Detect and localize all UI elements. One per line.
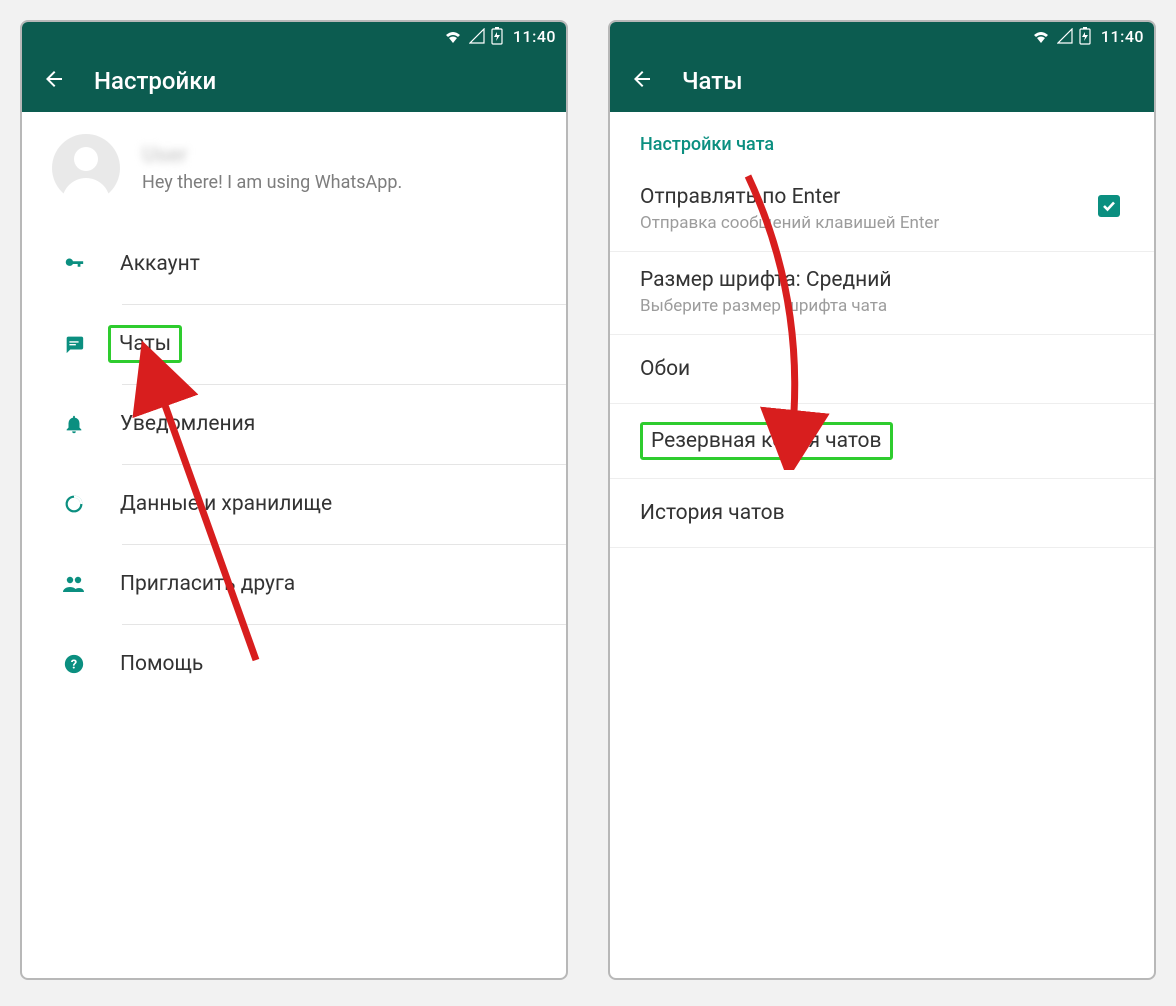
chat-item-enter[interactable]: Отправлять по Enter Отправка сообщений к…: [610, 169, 1154, 252]
settings-item-label: Уведомления: [120, 412, 255, 436]
key-icon: [58, 253, 90, 275]
status-bar: 11:40: [22, 22, 566, 50]
settings-item-label: Данные и хранилище: [120, 492, 332, 516]
settings-item-chats[interactable]: Чаты: [22, 304, 566, 384]
settings-item-help[interactable]: ? Помощь: [22, 624, 566, 704]
chat-item-backup[interactable]: Резервная копия чатов: [610, 404, 1154, 479]
app-bar: Чаты: [610, 50, 1154, 112]
help-icon: ?: [58, 653, 90, 675]
svg-text:?: ?: [71, 658, 77, 673]
checkbox-enter[interactable]: [1098, 195, 1120, 217]
battery-icon: [491, 27, 503, 45]
chat-item-title: Резервная копия чатов: [651, 429, 882, 453]
profile-row[interactable]: User Hey there! I am using WhatsApp.: [22, 112, 566, 224]
chat-item-title: История чатов: [640, 501, 785, 525]
settings-item-label: Помощь: [120, 652, 203, 676]
chat-item-title: Размер шрифта: Средний: [640, 268, 1124, 292]
chat-item-wallpaper[interactable]: Обои: [610, 335, 1154, 404]
people-icon: [58, 574, 90, 594]
signal-icon: [469, 28, 485, 44]
settings-list: Аккаунт Чаты Уведомления Данные и хранил…: [22, 224, 566, 704]
section-header: Настройки чата: [610, 112, 1154, 169]
chat-item-sub: Выберите размер шрифта чата: [640, 296, 1124, 316]
settings-item-label: Чаты: [119, 332, 171, 356]
phone-chats: 11:40 Чаты Настройки чата Отправлять по …: [608, 20, 1156, 980]
wifi-icon: [443, 28, 463, 44]
signal-icon: [1057, 28, 1073, 44]
app-bar-title: Чаты: [682, 67, 743, 95]
app-bar-title: Настройки: [94, 67, 216, 95]
app-bar: Настройки: [22, 50, 566, 112]
settings-item-invite[interactable]: Пригласить друга: [22, 544, 566, 624]
highlight-chats: Чаты: [108, 325, 182, 363]
profile-name: User: [142, 143, 402, 168]
chat-item-sub: Отправка сообщений клавишей Enter: [640, 213, 1098, 233]
chat-item-title: Отправлять по Enter: [640, 185, 1098, 209]
battery-icon: [1079, 27, 1091, 45]
wifi-icon: [1031, 28, 1051, 44]
bell-icon: [58, 413, 90, 435]
back-icon[interactable]: [630, 67, 654, 95]
back-icon[interactable]: [42, 67, 66, 95]
status-time: 11:40: [513, 27, 556, 46]
settings-item-account[interactable]: Аккаунт: [22, 224, 566, 304]
phone-settings: 11:40 Настройки User Hey there! I am usi…: [20, 20, 568, 980]
chat-item-title: Обои: [640, 357, 690, 381]
status-time: 11:40: [1101, 27, 1144, 46]
profile-status: Hey there! I am using WhatsApp.: [142, 172, 402, 193]
settings-item-label: Пригласить друга: [120, 572, 295, 596]
settings-item-label: Аккаунт: [120, 252, 200, 276]
settings-item-notifications[interactable]: Уведомления: [22, 384, 566, 464]
chat-item-history[interactable]: История чатов: [610, 479, 1154, 548]
chat-icon: [58, 333, 90, 355]
avatar: [52, 134, 120, 202]
data-icon: [58, 493, 90, 515]
status-bar: 11:40: [610, 22, 1154, 50]
chat-item-fontsize[interactable]: Размер шрифта: Средний Выберите размер ш…: [610, 252, 1154, 335]
settings-item-data[interactable]: Данные и хранилище: [22, 464, 566, 544]
highlight-backup: Резервная копия чатов: [640, 422, 893, 460]
